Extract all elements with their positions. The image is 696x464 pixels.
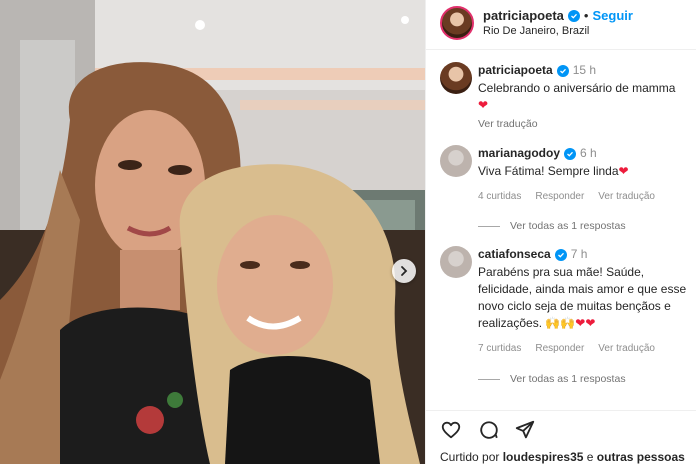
share-icon[interactable] — [514, 419, 536, 441]
reply-button[interactable]: Responder — [535, 340, 584, 357]
chevron-right-icon — [401, 266, 408, 276]
verified-badge-icon — [556, 64, 569, 77]
comment-avatar[interactable] — [440, 246, 472, 278]
liked-user[interactable]: loudespires35 — [503, 450, 584, 464]
comment-text: Viva Fátima! Sempre linda❤ — [478, 163, 690, 180]
comment-user-row: catiafonseca 7 h — [478, 246, 587, 263]
liked-conj: e — [586, 450, 594, 464]
caption-user-row: patriciapoeta 15 h — [478, 62, 596, 79]
separator: • — [583, 8, 589, 23]
view-replies-link[interactable]: Ver todas as 1 respostas — [478, 373, 626, 385]
view-replies-label: Ver todas as 1 respostas — [510, 373, 626, 385]
replies-divider — [478, 378, 500, 380]
comment-text: Parabéns pra sua mãe! Saúde, felicidade,… — [478, 264, 690, 332]
comment-user-row: marianagodoy 6 h — [478, 145, 597, 162]
comment-username[interactable]: catiafonseca — [478, 246, 551, 263]
heart-emoji: ❤ — [618, 164, 629, 178]
view-replies-link[interactable]: Ver todas as 1 respostas — [478, 220, 626, 232]
comment-time: 6 h — [580, 146, 597, 160]
verified-badge-icon — [564, 147, 577, 160]
follow-button[interactable]: Seguir — [592, 8, 632, 23]
post-header: patriciapoeta • Seguir Rio De Janeiro, B… — [426, 0, 696, 50]
author-avatar[interactable] — [440, 6, 474, 40]
post-photo[interactable] — [0, 0, 425, 464]
caption-body: patriciapoeta 15 h Celebrando o aniversá… — [478, 62, 690, 133]
carousel-next-button[interactable] — [392, 259, 416, 283]
view-replies-label: Ver todas as 1 respostas — [510, 220, 626, 232]
heart-emoji: ❤ — [478, 98, 489, 112]
comment-likes[interactable]: 7 curtidas — [478, 340, 521, 357]
caption-username[interactable]: patriciapoeta — [478, 62, 553, 79]
photo-scene — [0, 0, 425, 464]
translate-link[interactable]: Ver tradução — [598, 188, 655, 205]
caption-avatar[interactable] — [440, 62, 472, 94]
liked-by-text: Curtido por loudespires35 e outras pesso… — [440, 450, 685, 464]
translate-link[interactable]: Ver tradução — [598, 340, 655, 357]
comment-body: marianagodoy 6 h Viva Fátima! Sempre lin… — [478, 145, 690, 205]
author-row: patriciapoeta • Seguir — [483, 8, 633, 23]
liked-others[interactable]: outras pessoas — [597, 450, 685, 464]
post-location[interactable]: Rio De Janeiro, Brazil — [483, 25, 589, 37]
comment-likes[interactable]: 4 curtidas — [478, 188, 521, 205]
caption-time: 15 h — [572, 63, 597, 77]
heart-icon[interactable] — [440, 419, 462, 441]
verified-badge-icon — [554, 248, 567, 261]
comment-body: catiafonseca 7 h Parabéns pra sua mãe! S… — [478, 246, 690, 357]
comment-username[interactable]: marianagodoy — [478, 145, 560, 162]
post-actions: Curtido por loudespires35 e outras pesso… — [426, 410, 696, 464]
verified-badge-icon — [567, 9, 580, 22]
post-side-panel: patriciapoeta • Seguir Rio De Janeiro, B… — [425, 0, 696, 464]
reply-button[interactable]: Responder — [535, 188, 584, 205]
liked-prefix: Curtido por — [440, 450, 500, 464]
comment-time: 7 h — [570, 247, 588, 261]
comment-icon[interactable] — [478, 419, 500, 441]
comment-text-content: Viva Fátima! Sempre linda — [478, 164, 619, 178]
caption-text-content: Celebrando o aniversário de mamma — [478, 81, 676, 95]
comment-meta: 7 curtidas Responder Ver tradução — [478, 340, 690, 357]
comment-meta: 4 curtidas Responder Ver tradução — [478, 188, 690, 205]
comment-avatar[interactable] — [440, 145, 472, 177]
caption-text: Celebrando o aniversário de mamma ❤ — [478, 80, 690, 114]
caption-translate-link[interactable]: Ver tradução — [478, 116, 690, 133]
replies-divider — [478, 225, 500, 227]
emoji-group: 🙌🙌❤❤ — [545, 316, 596, 330]
author-username[interactable]: patriciapoeta — [483, 8, 564, 23]
